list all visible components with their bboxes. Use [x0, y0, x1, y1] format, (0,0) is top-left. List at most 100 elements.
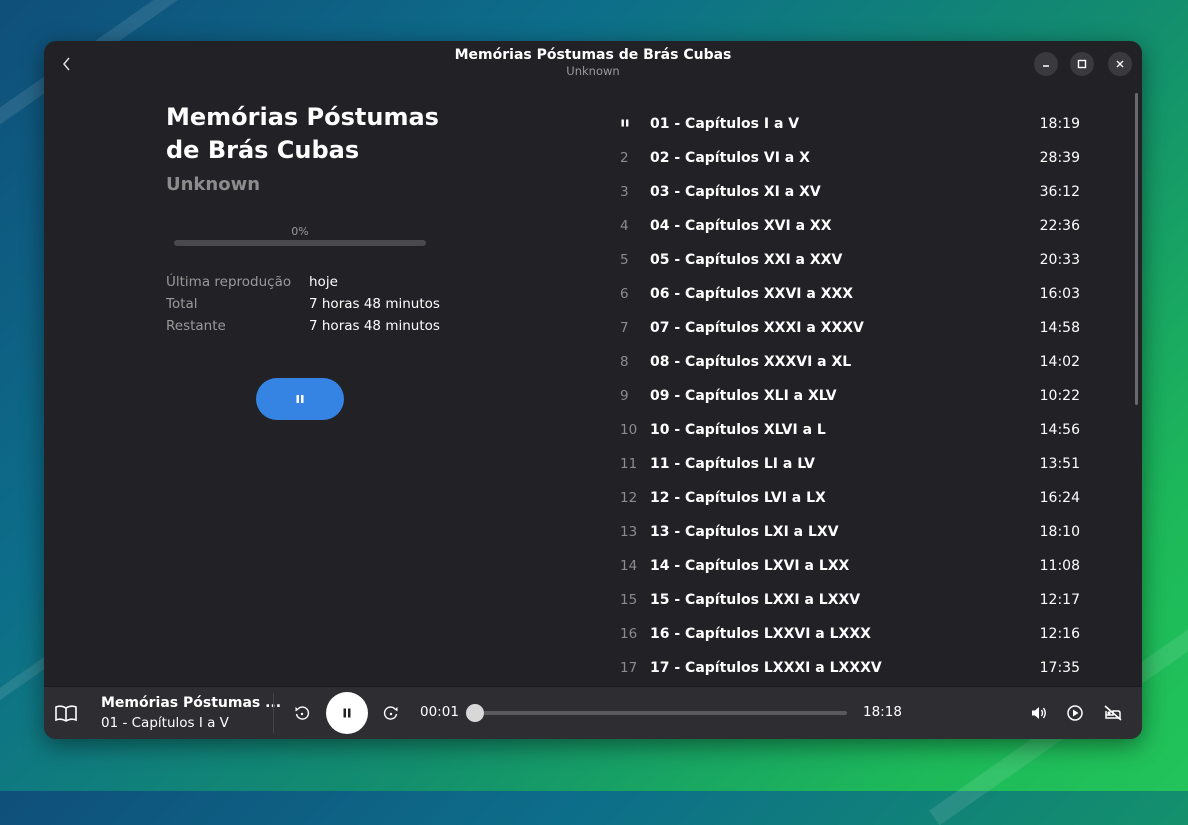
chapter-row[interactable]: 14 14 - Capítulos LXVI a LXX 11:08	[614, 549, 1080, 583]
chapter-name: 07 - Capítulos XXXI a XXXV	[650, 320, 864, 336]
info-row: Total 7 horas 48 minutos	[166, 293, 440, 315]
chapter-number: 7	[620, 320, 629, 336]
chapter-name: 01 - Capítulos I a V	[650, 116, 800, 132]
minimize-icon	[1043, 65, 1049, 67]
sleep-timer-button[interactable]	[1102, 703, 1124, 723]
chapter-duration: 18:10	[1039, 524, 1080, 540]
volume-button[interactable]	[1028, 703, 1050, 723]
info-key: Última reprodução	[166, 274, 292, 290]
close-icon	[1116, 60, 1124, 68]
chapter-name: 08 - Capítulos XXXVI a XL	[650, 354, 852, 370]
pause-icon	[296, 395, 304, 403]
chapter-duration: 14:58	[1039, 320, 1080, 336]
chapter-number: 12	[620, 490, 638, 506]
elapsed-time: 00:01	[420, 704, 459, 720]
window-subtitle: Unknown	[566, 64, 620, 78]
chapter-row[interactable]: 8 08 - Capítulos XXXVI a XL 14:02	[614, 345, 1080, 379]
chapter-row[interactable]: 17 17 - Capítulos LXXXI a LXXXV 17:35	[614, 651, 1080, 685]
play-pause-button[interactable]	[256, 378, 344, 420]
chapter-number: 6	[620, 286, 629, 302]
chapter-row[interactable]: 6 06 - Capítulos XXVI a XXX 16:03	[614, 277, 1080, 311]
chapter-duration: 14:56	[1039, 422, 1080, 438]
chapter-list: 01 - Capítulos I a V 18:19 2 02 - Capítulos…	[614, 107, 1080, 685]
info-value: 7 horas 48 minutos	[309, 296, 440, 312]
window-title: Memórias Póstumas de Brás Cubas	[454, 47, 732, 63]
pause-icon	[343, 708, 351, 718]
chapter-row[interactable]: 16 16 - Capítulos LXXVI a LXXX 12:16	[614, 617, 1080, 651]
chapter-number: 2	[620, 150, 629, 166]
chapter-row[interactable]: 15 15 - Capítulos LXXI a LXXV 12:17	[614, 583, 1080, 617]
chapter-name: 05 - Capítulos XXI a XXV	[650, 252, 843, 268]
chapter-row[interactable]: 13 13 - Capítulos LXI a LXV 18:10	[614, 515, 1080, 549]
chapter-row[interactable]: 9 09 - Capítulos XLI a XLV 10:22	[614, 379, 1080, 413]
chapter-name: 03 - Capítulos XI a XV	[650, 184, 821, 200]
chapter-name: 02 - Capítulos VI a X	[650, 150, 810, 166]
chapter-row[interactable]: 5 05 - Capítulos XXI a XXV 20:33	[614, 243, 1080, 277]
progress-label: 0%	[291, 225, 309, 238]
chapter-name: 16 - Capítulos LXXVI a LXXX	[650, 626, 871, 642]
window-title-block: Memórias Póstumas de Brás Cubas Unknown	[44, 46, 1142, 79]
play-circle-icon	[1067, 705, 1083, 721]
chapter-row[interactable]: 10 10 - Capítulos XLVI a L 14:56	[614, 413, 1080, 447]
chapter-number: 8	[620, 354, 629, 370]
chapter-duration: 11:08	[1039, 558, 1080, 574]
forward-button[interactable]	[381, 703, 401, 723]
forward-icon	[383, 706, 398, 720]
chapter-number: 4	[620, 218, 629, 234]
header-bar: Memórias Póstumas de Brás Cubas Unknown	[44, 41, 1142, 87]
player-play-pause-button[interactable]	[326, 692, 368, 734]
book-title-line-2: de Brás Cubas	[166, 136, 360, 164]
rewind-icon	[295, 706, 310, 720]
maximize-button[interactable]	[1070, 52, 1094, 76]
total-time: 18:18	[863, 704, 902, 720]
back-button[interactable]	[54, 51, 80, 77]
chapter-row[interactable]: 12 12 - Capítulos LVI a LX 16:24	[614, 481, 1080, 515]
chapter-number: 16	[620, 626, 638, 642]
library-button[interactable]	[54, 701, 78, 725]
chapter-name: 14 - Capítulos LXVI a LXX	[650, 558, 850, 574]
chapter-number: 3	[620, 184, 629, 200]
now-playing-icon	[614, 116, 650, 132]
chapter-duration: 28:39	[1039, 150, 1080, 166]
now-playing-title: Memórias Póstumas ...	[101, 695, 282, 711]
chapter-row[interactable]: 01 - Capítulos I a V 18:19	[614, 107, 1080, 141]
minimize-button[interactable]	[1034, 52, 1058, 76]
rewind-button[interactable]	[292, 703, 312, 723]
chapter-duration: 22:36	[1039, 218, 1080, 234]
chapter-row[interactable]: 3 03 - Capítulos XI a XV 36:12	[614, 175, 1080, 209]
chapter-name: 06 - Capítulos XXVI a XXX	[650, 286, 854, 302]
chapter-row[interactable]: 2 02 - Capítulos VI a X 28:39	[614, 141, 1080, 175]
info-key: Total	[166, 296, 198, 312]
info-value: hoje	[309, 274, 338, 290]
chapter-name: 10 - Capítulos XLVI a L	[650, 422, 826, 438]
chapter-name: 13 - Capítulos LXI a LXV	[650, 524, 839, 540]
chapter-duration: 10:22	[1039, 388, 1080, 404]
seek-slider-handle[interactable]	[466, 704, 484, 722]
now-playing-chapter: 01 - Capítulos I a V	[101, 715, 229, 731]
chapter-name: 09 - Capítulos XLI a XLV	[650, 388, 837, 404]
chapter-duration: 17:35	[1039, 660, 1080, 676]
chapter-row[interactable]: 4 04 - Capítulos XVI a XX 22:36	[614, 209, 1080, 243]
chapter-name: 12 - Capítulos LVI a LX	[650, 490, 826, 506]
book-details: Memórias Póstumas de Brás Cubas Unknown …	[166, 101, 466, 420]
book-author: Unknown	[166, 174, 261, 195]
close-button[interactable]	[1108, 52, 1132, 76]
chapter-row[interactable]: 7 07 - Capítulos XXXI a XXXV 14:58	[614, 311, 1080, 345]
seek-slider[interactable]	[466, 704, 847, 722]
info-row: Última reprodução hoje	[166, 271, 440, 293]
chapter-duration: 14:02	[1039, 354, 1080, 370]
maximize-icon	[1077, 59, 1087, 69]
chevron-left-icon	[63, 57, 70, 71]
chapter-number: 15	[620, 592, 638, 608]
chapter-number: 11	[620, 456, 638, 472]
chapter-number: 9	[620, 388, 629, 404]
chapter-row[interactable]: 11 11 - Capítulos LI a LV 13:51	[614, 447, 1080, 481]
chapter-name: 15 - Capítulos LXXI a LXXV	[650, 592, 861, 608]
chapter-list-scrollbar[interactable]	[1135, 93, 1138, 405]
player-bar: Memórias Póstumas ... 01 - Capítulos I a…	[44, 686, 1142, 739]
chapter-number: 14	[620, 558, 638, 574]
playback-speed-button[interactable]	[1064, 702, 1086, 724]
chapter-number: 13	[620, 524, 638, 540]
chapter-number: 17	[620, 660, 638, 676]
info-row: Restante 7 horas 48 minutos	[166, 315, 440, 337]
